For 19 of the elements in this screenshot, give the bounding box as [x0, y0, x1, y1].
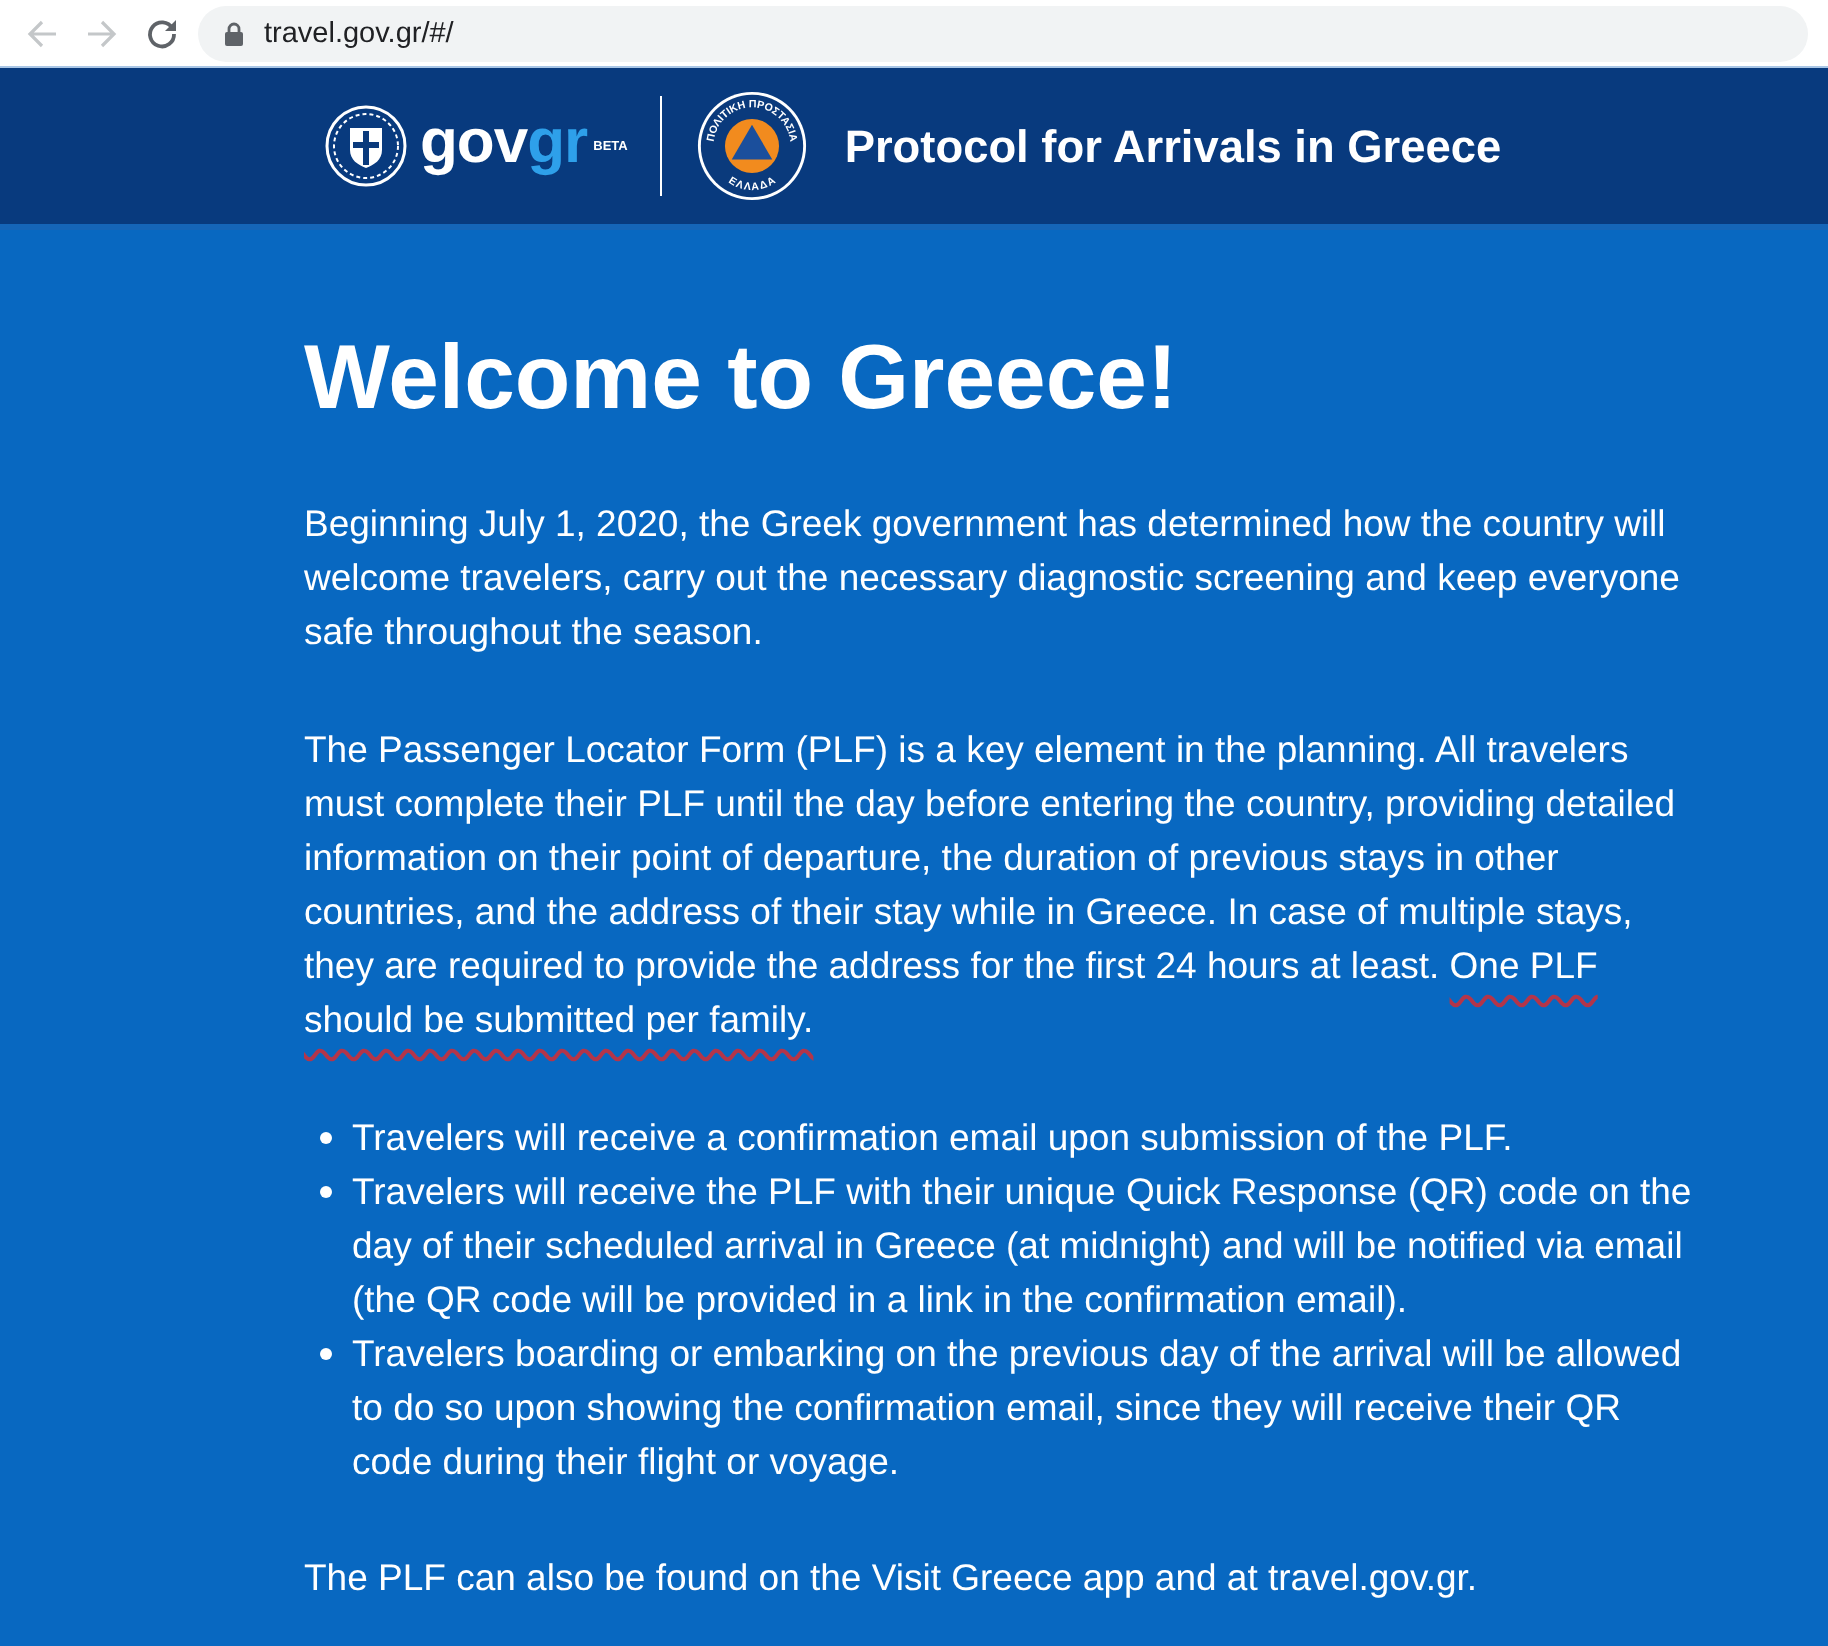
- address-bar[interactable]: travel.gov.gr/#/: [198, 5, 1808, 61]
- intro-paragraph: The Passenger Locator Form (PLF) is a key element in the planning. All travelers must complete their PLF until the day before entering the country, providing detailed information on their point of departure, the duration of previous stays in other countries, and the address of their stay while in Greece. In case of multiple stays, they are required to provide the address for the first 24 hours at least. One PLF should be submitted per family.: [304, 726, 1678, 1044]
- intro-paragraph: Beginning July 1, 2020, the Greek government has determined how the country will welcome travelers, carry out the necessary diagnostic screening and keep everyone safe throughout the season.: [304, 500, 1682, 656]
- site-title: Protocol for Arrivals in Greece: [844, 119, 1502, 173]
- bullet-text: Travelers boarding or embarking on the previous day of the arrival will be allowed to do so upon showing the confirmation email, since they will receive their QR code during their flight or voyage.: [352, 1330, 1684, 1486]
- url-text: travel.gov.gr/#/: [264, 17, 454, 49]
- bullet-icon: [320, 1186, 332, 1198]
- bullet-text: Travelers will receive a confirmation email upon submission of the PLF.: [352, 1114, 1515, 1162]
- bullet-icon: [320, 1348, 332, 1360]
- lock-icon: [224, 21, 244, 45]
- closing-paragraph: The PLF can also be found on the Visit Greece app and at travel.gov.gr.: [304, 1554, 1480, 1602]
- welcome-heading: Welcome to Greece!: [304, 326, 1180, 430]
- bullet-text: Travelers will receive the PLF with their unique Quick Response (QR) code on the day of their scheduled arrival in Greece (at midnight) and will be notified via email (the QR code will be provided in a link in the confirmation email).: [352, 1168, 1692, 1324]
- forward-arrow-icon[interactable]: [86, 17, 118, 49]
- bullet-icon: [320, 1132, 332, 1144]
- crest-icon: [324, 104, 408, 188]
- back-arrow-icon[interactable]: [26, 17, 58, 49]
- reload-icon[interactable]: [146, 17, 178, 49]
- logo-wordmark: govgr: [420, 109, 588, 180]
